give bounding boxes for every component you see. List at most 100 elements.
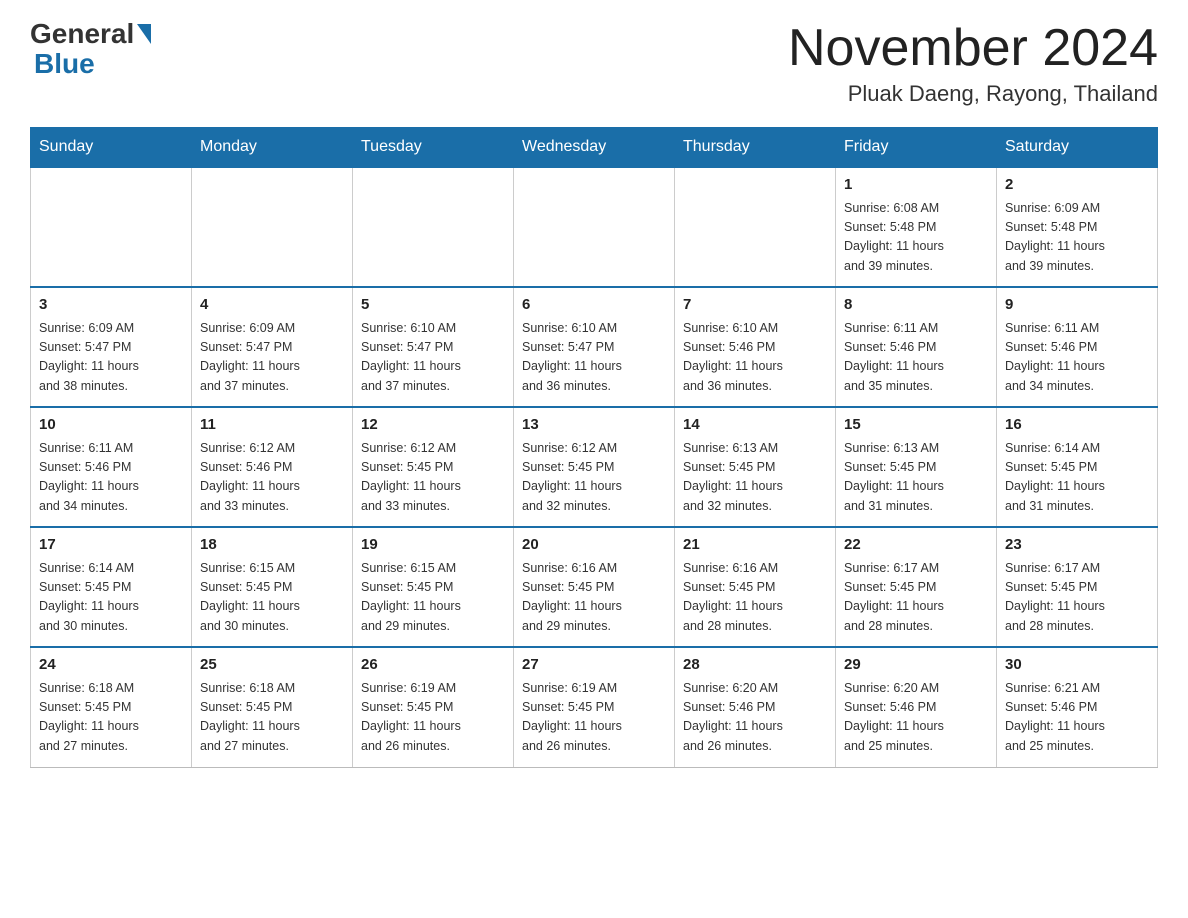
day-info: Sunrise: 6:11 AMSunset: 5:46 PMDaylight:… [39,439,183,517]
day-info: Sunrise: 6:21 AMSunset: 5:46 PMDaylight:… [1005,679,1149,757]
logo-general-text: General [30,20,134,48]
day-info: Sunrise: 6:14 AMSunset: 5:45 PMDaylight:… [1005,439,1149,517]
day-info: Sunrise: 6:17 AMSunset: 5:45 PMDaylight:… [1005,559,1149,637]
calendar-cell: 26Sunrise: 6:19 AMSunset: 5:45 PMDayligh… [353,647,514,767]
day-info: Sunrise: 6:11 AMSunset: 5:46 PMDaylight:… [1005,319,1149,397]
title-area: November 2024 Pluak Daeng, Rayong, Thail… [788,20,1158,107]
weekday-header-saturday: Saturday [997,128,1158,168]
day-number: 19 [361,534,505,557]
day-number: 10 [39,414,183,437]
calendar-week-row: 10Sunrise: 6:11 AMSunset: 5:46 PMDayligh… [31,407,1158,527]
calendar-cell: 20Sunrise: 6:16 AMSunset: 5:45 PMDayligh… [514,527,675,647]
day-info: Sunrise: 6:09 AMSunset: 5:48 PMDaylight:… [1005,199,1149,277]
calendar-cell: 21Sunrise: 6:16 AMSunset: 5:45 PMDayligh… [675,527,836,647]
calendar-cell: 8Sunrise: 6:11 AMSunset: 5:46 PMDaylight… [836,287,997,407]
calendar-cell: 27Sunrise: 6:19 AMSunset: 5:45 PMDayligh… [514,647,675,767]
calendar-cell: 15Sunrise: 6:13 AMSunset: 5:45 PMDayligh… [836,407,997,527]
logo: General Blue [30,20,154,80]
location-title: Pluak Daeng, Rayong, Thailand [788,81,1158,107]
calendar-cell: 6Sunrise: 6:10 AMSunset: 5:47 PMDaylight… [514,287,675,407]
weekday-header-friday: Friday [836,128,997,168]
day-info: Sunrise: 6:10 AMSunset: 5:47 PMDaylight:… [361,319,505,397]
day-info: Sunrise: 6:13 AMSunset: 5:45 PMDaylight:… [683,439,827,517]
weekday-header-sunday: Sunday [31,128,192,168]
calendar-cell [675,167,836,287]
calendar-table: SundayMondayTuesdayWednesdayThursdayFrid… [30,127,1158,768]
day-number: 22 [844,534,988,557]
calendar-cell: 5Sunrise: 6:10 AMSunset: 5:47 PMDaylight… [353,287,514,407]
weekday-header-thursday: Thursday [675,128,836,168]
day-number: 28 [683,654,827,677]
calendar-cell: 13Sunrise: 6:12 AMSunset: 5:45 PMDayligh… [514,407,675,527]
month-title: November 2024 [788,20,1158,77]
day-info: Sunrise: 6:15 AMSunset: 5:45 PMDaylight:… [200,559,344,637]
day-info: Sunrise: 6:15 AMSunset: 5:45 PMDaylight:… [361,559,505,637]
day-number: 21 [683,534,827,557]
day-number: 9 [1005,294,1149,317]
calendar-cell: 24Sunrise: 6:18 AMSunset: 5:45 PMDayligh… [31,647,192,767]
calendar-cell: 16Sunrise: 6:14 AMSunset: 5:45 PMDayligh… [997,407,1158,527]
calendar-week-row: 3Sunrise: 6:09 AMSunset: 5:47 PMDaylight… [31,287,1158,407]
calendar-cell: 14Sunrise: 6:13 AMSunset: 5:45 PMDayligh… [675,407,836,527]
day-info: Sunrise: 6:18 AMSunset: 5:45 PMDaylight:… [200,679,344,757]
day-info: Sunrise: 6:12 AMSunset: 5:45 PMDaylight:… [361,439,505,517]
calendar-cell: 9Sunrise: 6:11 AMSunset: 5:46 PMDaylight… [997,287,1158,407]
day-info: Sunrise: 6:20 AMSunset: 5:46 PMDaylight:… [844,679,988,757]
day-info: Sunrise: 6:09 AMSunset: 5:47 PMDaylight:… [200,319,344,397]
calendar-week-row: 17Sunrise: 6:14 AMSunset: 5:45 PMDayligh… [31,527,1158,647]
page-header: General Blue November 2024 Pluak Daeng, … [30,20,1158,107]
day-info: Sunrise: 6:12 AMSunset: 5:46 PMDaylight:… [200,439,344,517]
day-info: Sunrise: 6:16 AMSunset: 5:45 PMDaylight:… [683,559,827,637]
day-info: Sunrise: 6:19 AMSunset: 5:45 PMDaylight:… [522,679,666,757]
day-number: 2 [1005,174,1149,197]
calendar-cell: 7Sunrise: 6:10 AMSunset: 5:46 PMDaylight… [675,287,836,407]
calendar-cell: 28Sunrise: 6:20 AMSunset: 5:46 PMDayligh… [675,647,836,767]
weekday-header-wednesday: Wednesday [514,128,675,168]
day-number: 1 [844,174,988,197]
day-info: Sunrise: 6:17 AMSunset: 5:45 PMDaylight:… [844,559,988,637]
day-number: 24 [39,654,183,677]
day-number: 26 [361,654,505,677]
calendar-cell: 19Sunrise: 6:15 AMSunset: 5:45 PMDayligh… [353,527,514,647]
day-info: Sunrise: 6:08 AMSunset: 5:48 PMDaylight:… [844,199,988,277]
weekday-header-row: SundayMondayTuesdayWednesdayThursdayFrid… [31,128,1158,168]
day-number: 27 [522,654,666,677]
day-number: 12 [361,414,505,437]
weekday-header-monday: Monday [192,128,353,168]
day-number: 3 [39,294,183,317]
day-number: 7 [683,294,827,317]
day-number: 30 [1005,654,1149,677]
day-info: Sunrise: 6:13 AMSunset: 5:45 PMDaylight:… [844,439,988,517]
day-number: 25 [200,654,344,677]
calendar-cell: 18Sunrise: 6:15 AMSunset: 5:45 PMDayligh… [192,527,353,647]
day-number: 6 [522,294,666,317]
calendar-cell: 11Sunrise: 6:12 AMSunset: 5:46 PMDayligh… [192,407,353,527]
weekday-header-tuesday: Tuesday [353,128,514,168]
day-number: 11 [200,414,344,437]
day-info: Sunrise: 6:11 AMSunset: 5:46 PMDaylight:… [844,319,988,397]
day-info: Sunrise: 6:20 AMSunset: 5:46 PMDaylight:… [683,679,827,757]
day-number: 8 [844,294,988,317]
logo-triangle-icon [137,24,151,44]
day-info: Sunrise: 6:16 AMSunset: 5:45 PMDaylight:… [522,559,666,637]
day-number: 14 [683,414,827,437]
day-info: Sunrise: 6:14 AMSunset: 5:45 PMDaylight:… [39,559,183,637]
calendar-cell: 25Sunrise: 6:18 AMSunset: 5:45 PMDayligh… [192,647,353,767]
day-info: Sunrise: 6:12 AMSunset: 5:45 PMDaylight:… [522,439,666,517]
calendar-cell: 2Sunrise: 6:09 AMSunset: 5:48 PMDaylight… [997,167,1158,287]
calendar-cell: 1Sunrise: 6:08 AMSunset: 5:48 PMDaylight… [836,167,997,287]
day-number: 29 [844,654,988,677]
day-info: Sunrise: 6:19 AMSunset: 5:45 PMDaylight:… [361,679,505,757]
calendar-cell [31,167,192,287]
calendar-week-row: 24 Sunrise: 6:18 AMSunset: 5:45 PMDayligh… [31,647,1158,767]
calendar-cell: 4Sunrise: 6:09 AMSunset: 5:47 PMDaylight… [192,287,353,407]
day-number: 23 [1005,534,1149,557]
calendar-cell: 23Sunrise: 6:17 AMSunset: 5:45 PMDayligh… [997,527,1158,647]
calendar-week-row: 1Sunrise: 6:08 AMSunset: 5:48 PMDaylight… [31,167,1158,287]
calendar-cell [192,167,353,287]
day-number: 17 [39,534,183,557]
day-info: Sunrise: 6:10 AMSunset: 5:47 PMDaylight:… [522,319,666,397]
logo-blue-text: Blue [34,48,95,79]
calendar-cell: 29Sunrise: 6:20 AMSunset: 5:46 PMDayligh… [836,647,997,767]
day-info: Sunrise: 6:09 AMSunset: 5:47 PMDaylight:… [39,319,183,397]
